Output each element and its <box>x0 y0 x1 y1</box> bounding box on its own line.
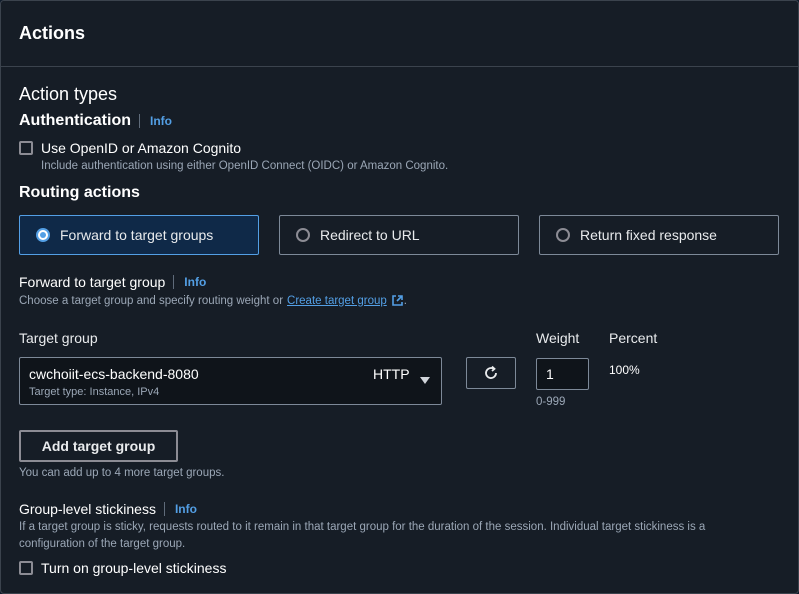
add-target-group-hint: You can add up to 4 more target groups. <box>19 467 225 479</box>
add-target-group-button[interactable]: Add target group <box>19 430 178 462</box>
weight-hint: 0-999 <box>536 396 566 408</box>
radio-indicator[interactable] <box>556 228 570 242</box>
action-types-heading: Action types <box>19 84 118 104</box>
stickiness-header: Group-level stickiness Info <box>19 501 197 517</box>
external-link-icon[interactable] <box>391 294 404 307</box>
forward-desc-text: Choose a target group and specify routin… <box>19 294 284 307</box>
percent-label: Percent <box>609 330 658 346</box>
radio-indicator[interactable] <box>36 228 50 242</box>
authentication-heading: Authentication <box>19 112 131 129</box>
weight-label: Weight <box>536 330 580 346</box>
caret-down-icon[interactable] <box>420 377 430 384</box>
authentication-info-link[interactable]: Info <box>139 114 172 128</box>
refresh-icon <box>483 365 499 381</box>
forward-info-link[interactable]: Info <box>173 275 206 289</box>
target-group-label: Target group <box>19 330 98 346</box>
radio-label: Forward to target groups <box>60 227 214 243</box>
panel-header: Actions <box>1 1 798 67</box>
openid-checkbox-label[interactable]: Use OpenID or Amazon Cognito <box>41 140 241 156</box>
forward-header: Forward to target group Info <box>19 274 206 290</box>
radio-indicator[interactable] <box>296 228 310 242</box>
target-group-type: Target type: Instance, IPv4 <box>29 386 160 398</box>
forward-description: Choose a target group and specify routin… <box>19 294 407 307</box>
authentication-header: Authentication Info <box>19 112 172 130</box>
percent-value: 100% <box>609 363 640 377</box>
radio-label: Redirect to URL <box>320 227 420 243</box>
stickiness-checkbox[interactable] <box>19 561 33 575</box>
radio-redirect-url[interactable]: Redirect to URL <box>279 215 519 255</box>
stickiness-heading: Group-level stickiness <box>19 501 156 517</box>
create-target-group-link[interactable]: Create target group <box>287 295 387 307</box>
actions-panel: Actions Action types Authentication Info… <box>0 0 799 594</box>
routing-actions-heading: Routing actions <box>19 184 140 201</box>
refresh-button[interactable] <box>466 357 516 389</box>
stickiness-info-link[interactable]: Info <box>163 502 197 516</box>
stickiness-desc-line2: configuration of the target group. <box>19 538 186 550</box>
target-group-name: cwchoiit-ecs-backend-8080 <box>29 366 199 382</box>
stickiness-checkbox-row[interactable]: Turn on group-level stickiness <box>19 560 226 576</box>
radio-fixed-response[interactable]: Return fixed response <box>539 215 779 255</box>
openid-checkbox-description: Include authentication using either Open… <box>41 160 449 172</box>
radio-forward-target-groups[interactable]: Forward to target groups <box>19 215 259 255</box>
forward-desc-suffix: . <box>403 294 407 307</box>
target-group-select[interactable]: cwchoiit-ecs-backend-8080 Target type: I… <box>19 357 442 405</box>
panel-title: Actions <box>19 23 86 43</box>
openid-checkbox-row[interactable]: Use OpenID or Amazon Cognito <box>19 140 241 156</box>
openid-checkbox[interactable] <box>19 141 33 155</box>
stickiness-checkbox-label[interactable]: Turn on group-level stickiness <box>41 560 226 576</box>
radio-label: Return fixed response <box>580 227 717 243</box>
stickiness-desc-line1: If a target group is sticky, requests ro… <box>19 521 706 533</box>
forward-heading: Forward to target group <box>19 274 166 290</box>
target-group-protocol: HTTP <box>373 366 410 382</box>
weight-input[interactable] <box>536 358 589 390</box>
